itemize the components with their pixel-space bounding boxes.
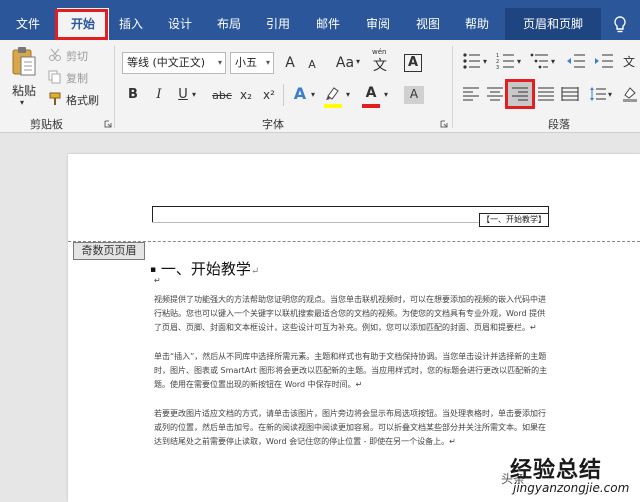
paragraph-group-label: 段落 xyxy=(548,118,570,131)
highlight-dropdown-icon[interactable]: ▾ xyxy=(346,90,350,99)
tab-insert[interactable]: 插入 xyxy=(110,8,152,40)
bullets-dropdown-icon[interactable]: ▾ xyxy=(483,57,487,66)
tab-view[interactable]: 视图 xyxy=(406,8,450,40)
highlighter-icon[interactable] xyxy=(324,86,342,104)
font-name-select[interactable]: 等线 (中文正文) ▾ xyxy=(122,52,226,74)
font-color-bar xyxy=(362,104,380,108)
header-boundary xyxy=(68,241,640,242)
tab-layout[interactable]: 布局 xyxy=(207,8,251,40)
title-bar xyxy=(0,0,640,8)
phonetic-guide-top: wén xyxy=(372,48,387,56)
font-dialog-launcher-icon[interactable] xyxy=(440,120,448,128)
character-border-frame xyxy=(404,54,422,72)
text-effects-button[interactable]: A xyxy=(291,86,309,102)
margin-corner-mark xyxy=(152,206,153,222)
line-spacing-icon[interactable] xyxy=(589,85,607,103)
highlight-color-bar xyxy=(324,104,342,108)
watermark: 头条 经验总结 jingyanzongjie.com xyxy=(498,448,640,502)
tab-help[interactable]: 帮助 xyxy=(455,8,499,40)
paste-icon[interactable] xyxy=(10,46,38,78)
body-paragraph[interactable]: 视频提供了功能强大的方法帮助您证明您的观点。当您单击联机视频时，可以在想要添加的… xyxy=(154,293,548,336)
tab-file[interactable]: 文件 xyxy=(4,8,52,40)
body-paragraph[interactable]: 单击“插入”，然后从不同库中选择所需元素。主题和样式也有助于文档保持协调。当您单… xyxy=(154,350,548,393)
shading-icon[interactable] xyxy=(622,85,638,103)
tab-design[interactable]: 设计 xyxy=(158,8,202,40)
font-color-dropdown-icon[interactable]: ▾ xyxy=(384,90,388,99)
text-effects-dropdown-icon[interactable]: ▾ xyxy=(311,90,315,99)
shrink-font-button[interactable]: A xyxy=(305,57,319,73)
ribbon-tab-bar: 文件 开始 插入 设计 布局 引用 邮件 审阅 视图 帮助 页眉和页脚 xyxy=(0,8,640,40)
lightbulb-icon[interactable] xyxy=(612,16,628,34)
tab-header-footer[interactable]: 页眉和页脚 xyxy=(505,8,601,40)
distributed-icon[interactable] xyxy=(561,86,579,102)
chinese-layout-icon[interactable]: 文 xyxy=(622,52,638,70)
numbering-icon[interactable]: 123 xyxy=(496,52,516,70)
phonetic-guide-button[interactable]: 文 xyxy=(372,58,388,74)
superscript-button[interactable]: x² xyxy=(260,87,278,103)
dialog-launcher-icon[interactable] xyxy=(104,120,112,128)
tab-mailings[interactable]: 邮件 xyxy=(306,8,350,40)
svg-text:3: 3 xyxy=(496,65,499,70)
line-spacing-dropdown-icon[interactable]: ▾ xyxy=(608,90,612,99)
header-text-box[interactable]: 【一、开始教学】 xyxy=(479,213,549,227)
tab-references[interactable]: 引用 xyxy=(256,8,300,40)
copy-button[interactable]: 复制 xyxy=(66,70,88,86)
underline-dropdown-icon[interactable]: ▾ xyxy=(192,90,196,99)
font-group-label: 字体 xyxy=(262,118,284,131)
clipboard-group-label: 剪贴板 xyxy=(30,118,63,131)
tab-review[interactable]: 审阅 xyxy=(356,8,400,40)
body-paragraph[interactable]: 若要更改图片适应文档的方式，请单击该图片，图片旁边将会显示布局选项按钮。当处理表… xyxy=(154,407,548,450)
chevron-down-icon[interactable]: ▾ xyxy=(356,57,360,66)
decrease-indent-icon[interactable] xyxy=(566,52,586,70)
paste-dropdown-icon[interactable]: ▾ xyxy=(20,98,24,107)
underline-button[interactable]: U xyxy=(176,87,190,103)
numbering-dropdown-icon[interactable]: ▾ xyxy=(517,57,521,66)
ribbon: 粘贴 ▾ 剪切 复制 格式刷 剪贴板 等线 (中文正文) ▾ 小五 ▾ A A Aa… xyxy=(0,40,640,133)
format-painter-icon xyxy=(49,92,61,105)
strikethrough-button[interactable]: abc xyxy=(210,88,234,104)
watermark-url: jingyanzongjie.com xyxy=(513,481,630,495)
increase-indent-icon[interactable] xyxy=(594,52,614,70)
svg-text:文: 文 xyxy=(623,54,635,69)
tab-home[interactable]: 开始 xyxy=(57,8,109,40)
bold-button[interactable]: B xyxy=(126,87,140,103)
scissors-icon xyxy=(49,48,61,61)
paste-button[interactable]: 粘贴 xyxy=(12,82,36,99)
document-area: 【一、开始教学】 奇数页页眉 ▪ 一、开始教学↵ ↵ 视频提供了功能强大的方法帮… xyxy=(0,134,640,502)
align-center-icon[interactable] xyxy=(486,86,504,102)
italic-button[interactable]: I xyxy=(152,87,166,103)
align-right-icon xyxy=(512,87,528,101)
subscript-button[interactable]: x₂ xyxy=(237,87,255,103)
header-border-line xyxy=(152,206,548,207)
watermark-title: 经验总结 xyxy=(510,458,603,483)
cut-button[interactable]: 剪切 xyxy=(66,48,88,64)
odd-page-header-tag: 奇数页页眉 xyxy=(73,242,145,260)
bullets-icon[interactable] xyxy=(462,52,482,70)
justify-icon[interactable] xyxy=(537,86,555,102)
copy-icon xyxy=(48,70,61,84)
character-shading-button[interactable]: A xyxy=(404,86,424,104)
paragraph-mark: ↵ xyxy=(154,276,161,285)
change-case-button[interactable]: Aa xyxy=(334,55,356,71)
multilevel-list-icon[interactable] xyxy=(530,52,550,70)
multilevel-dropdown-icon[interactable]: ▾ xyxy=(551,57,555,66)
group-separator xyxy=(452,46,453,128)
separator xyxy=(283,84,284,106)
group-separator xyxy=(114,46,115,128)
font-color-button[interactable]: A xyxy=(362,85,380,101)
align-left-icon[interactable] xyxy=(462,86,480,102)
format-painter-button[interactable]: 格式刷 xyxy=(66,92,99,108)
font-size-select[interactable]: 小五 ▾ xyxy=(230,52,274,74)
grow-font-button[interactable]: A xyxy=(282,55,298,71)
